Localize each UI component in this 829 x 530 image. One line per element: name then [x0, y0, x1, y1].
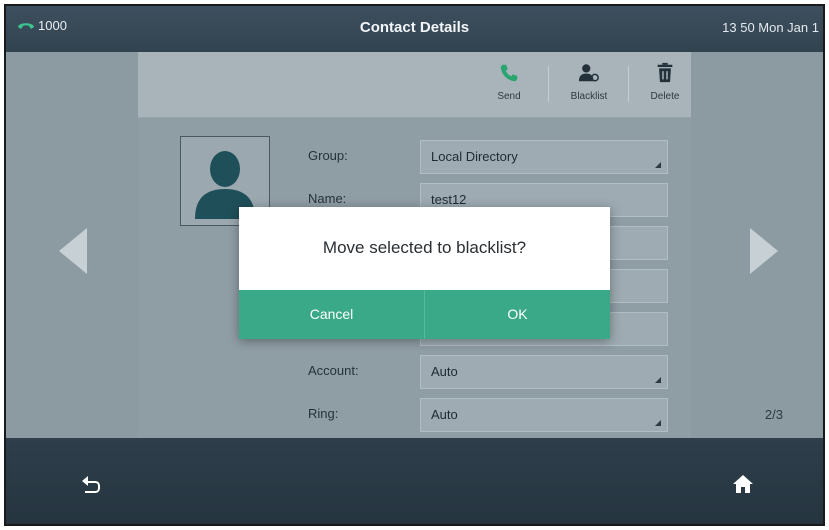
contact-toolbar: Send Blacklist Delete [138, 52, 706, 118]
account-label: Account: [308, 363, 359, 378]
ring-label: Ring: [308, 406, 339, 421]
back-button[interactable] [79, 472, 103, 496]
home-button[interactable] [731, 472, 755, 496]
dialog-message: Move selected to blacklist? [322, 238, 527, 257]
confirm-dialog: Move selected to blacklist? Cancel OK [239, 207, 610, 339]
person-block-icon [578, 64, 599, 82]
home-icon [733, 475, 753, 493]
blacklist-label: Blacklist [570, 91, 608, 102]
toolbar-divider [548, 66, 549, 102]
ring-row: Ring: Auto [308, 398, 670, 432]
page-indicator: 2/3 [764, 407, 783, 422]
trash-icon [657, 62, 673, 83]
phone-screen: 1000 Contact Details 13 50 Mon Jan 1 Sen… [4, 4, 825, 526]
toolbar-divider [628, 66, 629, 102]
previous-contact-arrow-icon[interactable] [59, 228, 87, 274]
next-contact-arrow-icon[interactable] [750, 228, 778, 274]
group-row: Group: Local Directory [308, 140, 670, 174]
phone-icon [500, 64, 518, 82]
name-label: Name: [308, 191, 347, 206]
account-dropdown[interactable]: Auto [420, 355, 668, 389]
group-dropdown[interactable]: Local Directory [420, 140, 668, 174]
delete-label: Delete [650, 91, 680, 102]
status-bar: 1000 Contact Details 13 50 Mon Jan 1 [6, 6, 823, 52]
left-nav-area [6, 52, 138, 438]
group-label: Group: [308, 148, 348, 163]
ring-dropdown[interactable]: Auto [420, 398, 668, 432]
blacklist-button[interactable]: Blacklist [558, 62, 620, 102]
right-nav-area: 2/3 [691, 52, 823, 438]
bottom-nav-bar [6, 438, 823, 524]
cancel-button[interactable]: Cancel [239, 290, 424, 339]
send-button[interactable]: Send [478, 62, 540, 102]
delete-button[interactable]: Delete [634, 62, 696, 102]
ok-button[interactable]: OK [424, 290, 610, 339]
dialog-button-bar: Cancel OK [239, 290, 610, 339]
account-row: Account: Auto [308, 355, 670, 389]
send-label: Send [497, 91, 521, 102]
back-arrow-icon [82, 476, 100, 493]
page-title: Contact Details [359, 19, 470, 36]
clock: 13 50 Mon Jan 1 [722, 20, 819, 35]
